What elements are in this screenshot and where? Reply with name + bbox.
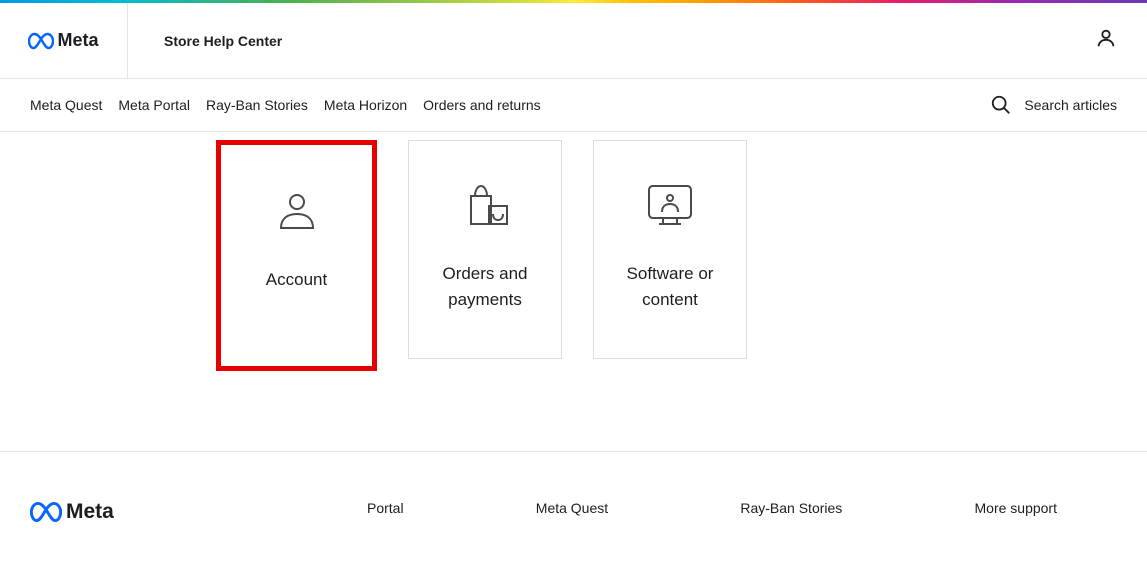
footer-meta-logo[interactable]: Meta: [30, 500, 114, 524]
card-title: Software or content: [594, 261, 746, 312]
meta-logo-box[interactable]: Meta: [0, 3, 128, 78]
card-software-content[interactable]: Software or content: [593, 140, 747, 359]
nav-item-ray-ban-stories[interactable]: Ray-Ban Stories: [206, 97, 308, 113]
nav-item-meta-horizon[interactable]: Meta Horizon: [324, 97, 407, 113]
footer-link-more-support[interactable]: More support: [975, 500, 1057, 516]
search-label: Search articles: [1024, 97, 1117, 113]
card-account[interactable]: Account: [216, 140, 377, 371]
nav-bar: Meta Quest Meta Portal Ray-Ban Stories M…: [0, 79, 1147, 132]
footer-link-meta-quest[interactable]: Meta Quest: [536, 500, 608, 516]
search-icon: [990, 94, 1012, 116]
meta-logo: Meta: [28, 30, 98, 51]
profile-button[interactable]: [1095, 27, 1117, 54]
card-title: Account: [250, 267, 343, 293]
search-button[interactable]: Search articles: [990, 94, 1117, 116]
shopping-bag-icon: [461, 179, 509, 229]
footer: Meta Portal Meta Quest Ray-Ban Stories M…: [0, 451, 1147, 534]
meta-logo-text: Meta: [57, 30, 98, 51]
nav-item-meta-quest[interactable]: Meta Quest: [30, 97, 102, 113]
card-orders-payments[interactable]: Orders and payments: [408, 140, 562, 359]
profile-icon: [1095, 27, 1117, 49]
card-title: Orders and payments: [409, 261, 561, 312]
footer-logo-text: Meta: [66, 500, 114, 524]
nav-item-orders-returns[interactable]: Orders and returns: [423, 97, 541, 113]
header: Meta Store Help Center: [0, 3, 1147, 79]
nav-links: Meta Quest Meta Portal Ray-Ban Stories M…: [30, 97, 541, 113]
account-icon: [275, 185, 319, 235]
page-title: Store Help Center: [128, 33, 1095, 49]
nav-item-meta-portal[interactable]: Meta Portal: [118, 97, 190, 113]
software-icon: [645, 179, 695, 229]
meta-infinity-icon: [30, 501, 62, 523]
footer-link-portal[interactable]: Portal: [367, 500, 404, 516]
footer-links: Portal Meta Quest Ray-Ban Stories More s…: [367, 500, 1117, 516]
content-cards: Account Orders and payments Software or …: [0, 132, 1147, 451]
footer-link-ray-ban-stories[interactable]: Ray-Ban Stories: [740, 500, 842, 516]
meta-infinity-icon: [28, 32, 54, 50]
